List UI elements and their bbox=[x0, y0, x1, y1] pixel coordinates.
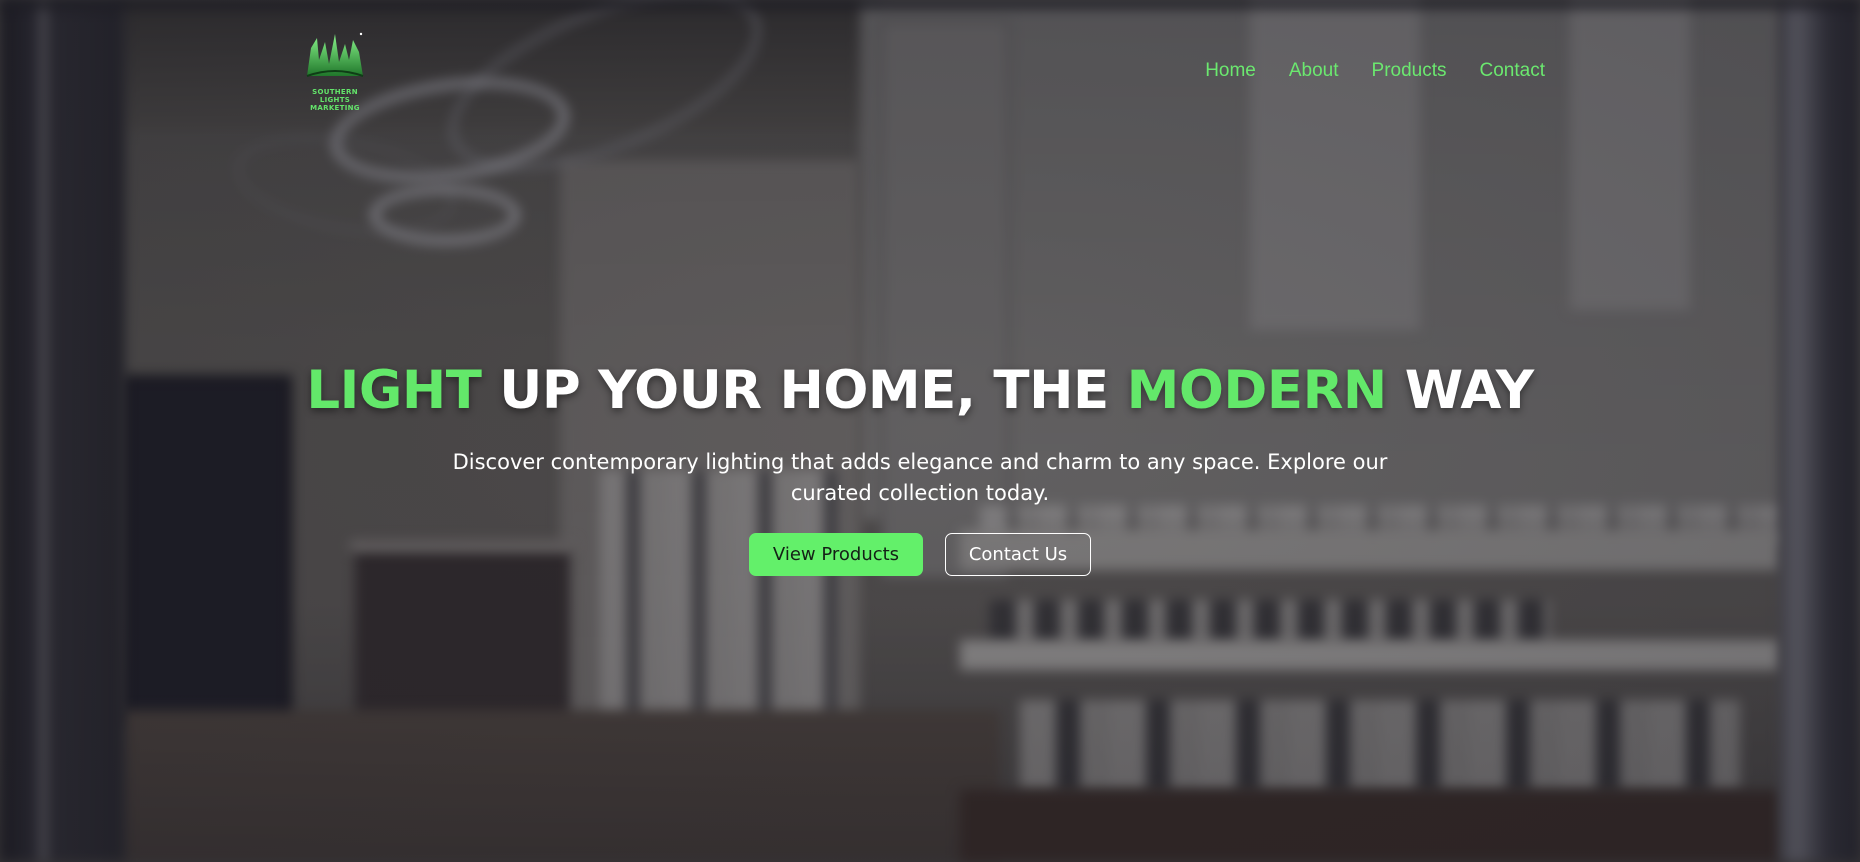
nav-home[interactable]: Home bbox=[1205, 60, 1256, 82]
main-nav: Home About Products Contact bbox=[1172, 60, 1545, 82]
aurora-lights-logo-icon bbox=[303, 30, 367, 86]
headline-text-end: WAY bbox=[1386, 360, 1534, 421]
headline-accent-light: LIGHT bbox=[306, 360, 482, 421]
hero-headline: LIGHT UP YOUR HOME, THE MODERN WAY bbox=[306, 360, 1534, 421]
contact-us-button[interactable]: Contact Us bbox=[945, 533, 1091, 576]
nav-about[interactable]: About bbox=[1289, 60, 1339, 82]
hero-buttons: View Products Contact Us bbox=[749, 533, 1091, 576]
headline-text-middle: UP YOUR HOME, THE bbox=[481, 360, 1127, 421]
brand-name: SOUTHERN LIGHTS MARKETING bbox=[310, 88, 360, 112]
headline-accent-modern: MODERN bbox=[1126, 360, 1388, 421]
brand-logo[interactable]: SOUTHERN LIGHTS MARKETING bbox=[300, 30, 370, 112]
hero-section: LIGHT UP YOUR HOME, THE MODERN WAY Disco… bbox=[0, 360, 1840, 576]
nav-contact[interactable]: Contact bbox=[1480, 60, 1545, 82]
nav-products[interactable]: Products bbox=[1372, 60, 1447, 82]
view-products-button[interactable]: View Products bbox=[749, 533, 923, 576]
hero-subtitle: Discover contemporary lighting that adds… bbox=[452, 450, 1388, 505]
